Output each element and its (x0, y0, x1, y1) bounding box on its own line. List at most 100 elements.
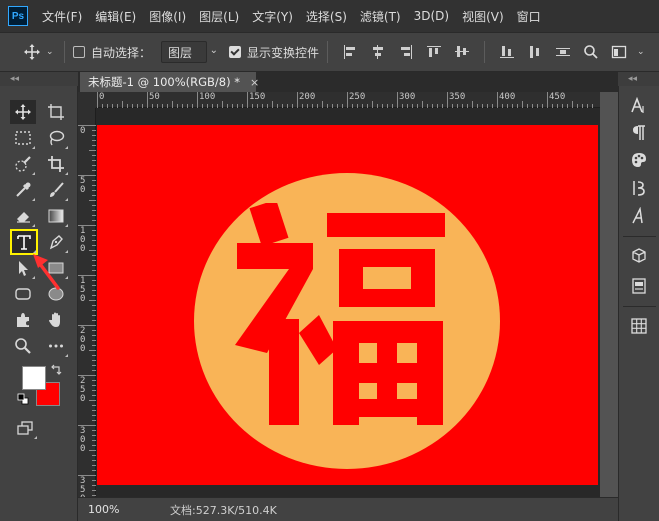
brush-tool[interactable] (43, 178, 69, 202)
ruler-tick (547, 92, 548, 108)
close-icon[interactable]: × (250, 76, 259, 89)
paragraph-panel-icon[interactable] (629, 123, 649, 143)
document-tab[interactable]: 未标题-1 @ 100%(RGB/8) * × (80, 72, 259, 92)
ruler-minor-tick (89, 350, 96, 351)
ruler-label: 0 (99, 92, 105, 102)
ruler-minor-tick (89, 450, 96, 451)
annotation-arrow-icon (33, 254, 60, 290)
auto-select-target-dropdown[interactable]: 图层 ⌄ (161, 41, 218, 63)
document-canvas[interactable]: 福 (97, 125, 598, 485)
options-bar: ⌄ 自动选择： 图层 ⌄ 显示变换控件 ⌄ (0, 32, 659, 72)
align-horizontal-center-icon[interactable] (370, 44, 386, 60)
ruler-tick (447, 92, 448, 108)
character-panel-icon[interactable] (629, 96, 649, 116)
zoom-level[interactable]: 100% (88, 503, 148, 516)
document-tab-bar: 未标题-1 @ 100%(RGB/8) * × (78, 72, 618, 92)
eraser-tool[interactable] (10, 204, 36, 228)
ruler-label: 5 0 (80, 176, 86, 195)
zoom-icon (15, 338, 31, 354)
gradient-tool[interactable] (43, 204, 69, 228)
ruler-tick (297, 92, 298, 108)
hand-icon (49, 312, 60, 327)
align-left-icon[interactable] (342, 44, 358, 60)
divider (623, 306, 656, 307)
document-size-info[interactable]: 文档:527.3K/510.4K (170, 502, 277, 518)
menu-image[interactable]: 图像(I) (149, 8, 186, 25)
ruler-label: 150 (249, 92, 266, 102)
custom-shape-tool[interactable] (10, 308, 36, 332)
3d-panel-icon[interactable] (629, 246, 649, 266)
ruler-minor-tick (89, 200, 96, 201)
toolbar-collapse[interactable]: ◂◂ (0, 72, 78, 86)
ruler-minor-tick (122, 101, 123, 108)
marquee-tool[interactable] (10, 126, 36, 150)
ruler-minor-tick (572, 101, 573, 108)
divider (623, 236, 656, 237)
zoom-tool[interactable] (10, 334, 36, 358)
align-bottom-icon[interactable] (499, 44, 515, 60)
distribute-vertical-icon[interactable] (555, 44, 571, 60)
default-colors-icon[interactable] (16, 392, 30, 406)
ruler-tick (497, 92, 498, 108)
quick-selection-tool[interactable] (10, 152, 36, 176)
eyedropper-tool[interactable] (10, 178, 36, 202)
auto-select-target-value: 图层 (168, 45, 193, 60)
menu-select[interactable]: 选择(S) (306, 8, 347, 25)
foreground-color-swatch[interactable] (22, 366, 46, 390)
move-tool-preset-icon[interactable] (22, 42, 42, 62)
artboard-tool[interactable] (43, 100, 69, 124)
lasso-tool[interactable] (43, 126, 69, 150)
document-tab-title: 未标题-1 @ 100%(RGB/8) * (88, 75, 241, 89)
hand-tool[interactable] (43, 308, 69, 332)
show-transform-checkbox[interactable] (229, 46, 242, 58)
menu-filter[interactable]: 滤镜(T) (360, 8, 401, 25)
fu-character-shape[interactable]: 福 (227, 203, 447, 425)
grid-panel-icon[interactable] (629, 316, 649, 336)
menu-file[interactable]: 文件(F) (42, 8, 82, 25)
menu-view[interactable]: 视图(V) (462, 8, 504, 25)
show-transform-label: 显示变换控件 (247, 45, 320, 60)
menu-layer[interactable]: 图层(L) (199, 8, 239, 25)
more-tools[interactable] (43, 334, 69, 358)
vertical-ruler[interactable]: 05 01 0 01 5 02 0 02 5 03 0 03 5 0 (78, 108, 96, 504)
ruler-minor-tick (172, 101, 173, 108)
swap-colors-icon[interactable] (48, 362, 64, 378)
align-vertical-center-icon[interactable] (454, 44, 470, 60)
rectangle-marquee-icon (15, 131, 31, 145)
workspace-icon[interactable] (611, 44, 627, 60)
eyedropper-icon (16, 182, 31, 197)
glyph-styles-icon[interactable] (629, 206, 649, 226)
chevron-down-icon[interactable]: ⌄ (46, 47, 56, 57)
menu-3d[interactable]: 3D(D) (414, 9, 449, 23)
ruler-tick (247, 92, 248, 108)
chevron-down-icon[interactable]: ⌄ (637, 47, 647, 57)
divider (327, 41, 329, 63)
ruler-origin[interactable] (78, 92, 96, 108)
tools-panel (0, 86, 78, 521)
move-tool[interactable] (10, 100, 36, 124)
ruler-label: 400 (499, 92, 516, 102)
auto-select-label: 自动选择： (91, 45, 152, 60)
glyphs-panel-icon[interactable] (629, 178, 649, 198)
artboard-icon (48, 104, 64, 120)
ruler-label: 100 (199, 92, 216, 102)
search-icon[interactable] (583, 44, 599, 60)
distribute-icon[interactable] (527, 44, 543, 60)
more-icon (49, 344, 63, 348)
align-right-icon[interactable] (398, 44, 414, 60)
horizontal-ruler[interactable]: 0 50 100 150 200 250 300 350 400 450 (96, 92, 600, 108)
notes-panel-icon[interactable] (629, 276, 649, 296)
menu-type[interactable]: 文字(Y) (252, 8, 293, 25)
ruler-tick (347, 92, 348, 108)
menu-window[interactable]: 窗口 (517, 8, 541, 25)
auto-select-checkbox[interactable] (73, 46, 85, 58)
panel-collapse[interactable]: ◂◂ (618, 72, 659, 86)
status-bar: 100% 文档:527.3K/510.4K (78, 497, 618, 521)
color-palette-icon[interactable] (629, 150, 649, 170)
screen-mode-tool[interactable] (12, 416, 38, 440)
crop-tool[interactable] (43, 152, 69, 176)
align-top-icon[interactable] (426, 44, 442, 60)
menu-edit[interactable]: 编辑(E) (95, 8, 136, 25)
ruler-label: 250 (349, 92, 366, 102)
ruler-label: 1 5 0 (80, 276, 86, 304)
